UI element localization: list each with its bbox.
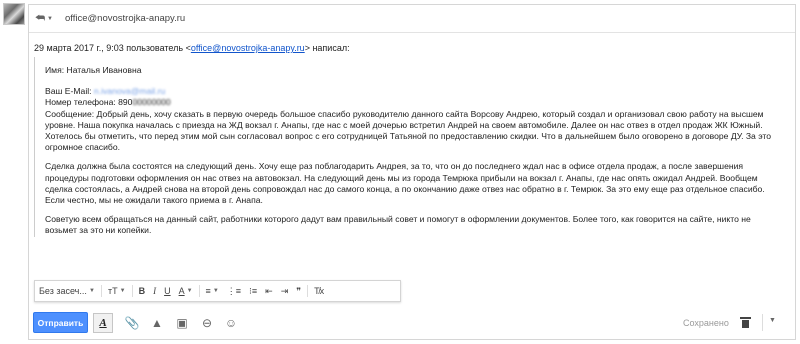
quoted-message: Имя: Наталья Ивановна Ваш E-Mail: n.ivan…: [34, 57, 784, 237]
avatar[interactable]: [3, 3, 25, 25]
emoji-icon[interactable]: ☺: [223, 315, 239, 331]
divider: [307, 285, 309, 297]
compose-window: ⮪ ▼ office@novostrojka-anapy.ru 29 марта …: [28, 4, 796, 340]
reply-icon: ⮪: [35, 12, 46, 24]
saved-status: Сохранено: [683, 318, 729, 328]
insert-photo-icon[interactable]: ▣: [174, 315, 190, 331]
message-paragraph-2: Сделка должна была состоятся на следующи…: [45, 161, 765, 206]
font-family-select[interactable]: Без засеч... ▼: [35, 281, 99, 301]
chevron-down-icon: ▼: [186, 288, 193, 294]
message-paragraph-3: Советую всем обращаться на данный сайт, …: [45, 214, 751, 236]
recipient-field[interactable]: office@novostrojka-anapy.ru: [65, 13, 185, 24]
bulleted-list-icon[interactable]: ⁝≡: [245, 281, 261, 301]
message-body[interactable]: 29 марта 2017 г., 9:03 пользователь <off…: [29, 35, 795, 272]
divider: [762, 314, 763, 331]
underline-button[interactable]: U: [160, 281, 175, 301]
indent-less-icon[interactable]: ⇤: [261, 281, 277, 301]
sender-email-link[interactable]: office@novostrojka-anapy.ru: [191, 43, 305, 53]
message-paragraph-1: Сообщение: Добрый день, хочу сказать в п…: [45, 108, 772, 153]
formatting-toolbar: Без засеч... ▼ тT ▼ B I U A ▼ ≡ ▼ ⋮≡ ⁝≡ ⇤ ⇥ …: [34, 280, 401, 302]
bold-button[interactable]: B: [135, 281, 150, 301]
indent-more-icon[interactable]: ⇥: [277, 281, 293, 301]
name-line: Имя: Наталья Ивановна: [45, 65, 142, 75]
compose-header: ⮪ ▼ office@novostrojka-anapy.ru: [29, 5, 795, 33]
reply-type-button[interactable]: ⮪ ▼: [35, 11, 59, 26]
divider: [101, 285, 102, 297]
align-button[interactable]: ≡ ▼: [202, 281, 223, 301]
attach-file-icon[interactable]: 📎: [124, 315, 140, 331]
divider: [198, 285, 200, 297]
phone-line: Номер телефона: 89000000000: [45, 97, 171, 108]
more-options-icon[interactable]: ▼: [769, 317, 776, 324]
insert-link-icon[interactable]: ⊖: [199, 315, 215, 331]
chevron-down-icon: ▼: [89, 288, 95, 294]
clear-formatting-icon[interactable]: T̸x: [310, 281, 328, 301]
compose-bottom-toolbar: Отправить A 📎 ▲ ▣ ⊖ ☺ Сохранено ▼: [29, 307, 795, 337]
font-size-button[interactable]: тT ▼: [104, 281, 130, 301]
chevron-down-icon: ▼: [212, 288, 219, 294]
numbered-list-icon[interactable]: ⋮≡: [223, 281, 245, 301]
phone-value: 00000000: [132, 97, 171, 108]
text-color-button[interactable]: A ▼: [175, 281, 197, 301]
formatting-options-button[interactable]: A: [93, 313, 113, 333]
divider: [131, 285, 133, 297]
email-value[interactable]: n.ivanova@mail.ru: [94, 86, 165, 96]
align-icon: ≡: [205, 286, 211, 296]
email-line: Ваш E-Mail: n.ivanova@mail.ru: [45, 86, 166, 97]
send-button[interactable]: Отправить: [33, 312, 88, 333]
google-drive-icon[interactable]: ▲: [149, 315, 165, 331]
quote-attribution: 29 марта 2017 г., 9:03 пользователь <off…: [34, 43, 350, 53]
trash-icon[interactable]: [740, 317, 751, 328]
italic-button[interactable]: I: [149, 281, 160, 301]
chevron-down-icon: ▼: [119, 288, 126, 294]
chevron-down-icon: ▼: [47, 16, 53, 22]
quote-icon[interactable]: ❞: [292, 281, 305, 301]
